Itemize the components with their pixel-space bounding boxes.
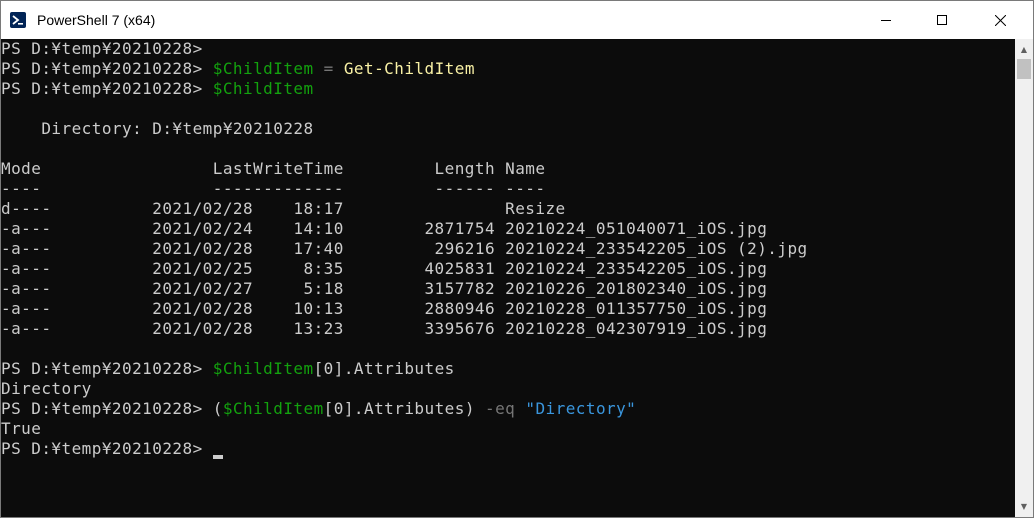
table-row: -a--- 2021/02/25 8:35 4025831 20210224_2…	[1, 259, 768, 278]
close-button[interactable]	[977, 1, 1023, 39]
command-line: PS D:¥temp¥20210228> $ChildItem[0].Attri…	[1, 359, 455, 379]
title-bar[interactable]: PowerShell 7 (x64)	[1, 1, 1033, 39]
string-token: "Directory"	[525, 399, 637, 418]
minimize-icon	[881, 20, 891, 21]
prompt-line: PS D:¥temp¥20210228>	[1, 39, 203, 59]
maximize-icon	[937, 15, 947, 25]
table-row: -a--- 2021/02/28 10:13 2880946 20210228_…	[1, 299, 768, 318]
maximize-button[interactable]	[919, 1, 965, 39]
text-cursor	[213, 455, 223, 459]
table-row: d---- 2021/02/28 18:17 Resize	[1, 199, 566, 218]
powershell-window: PowerShell 7 (x64) PS D:¥temp¥20210228> …	[0, 0, 1034, 518]
console-output[interactable]: PS D:¥temp¥20210228> PS D:¥temp¥20210228…	[1, 39, 1015, 517]
command-line: PS D:¥temp¥20210228> $ChildItem	[1, 79, 314, 99]
command-line: PS D:¥temp¥20210228> ($ChildItem[0].Attr…	[1, 399, 636, 419]
prompt-line: PS D:¥temp¥20210228>	[1, 439, 203, 459]
operator-token: -eq	[485, 399, 516, 418]
scrollbar-thumb[interactable]	[1017, 59, 1031, 79]
output-line: Directory	[1, 379, 92, 398]
powershell-icon	[10, 12, 26, 28]
window-title: PowerShell 7 (x64)	[37, 12, 156, 28]
prompt: PS D:¥temp¥20210228>	[1, 79, 203, 98]
table-row: -a--- 2021/02/28 17:40 296216 20210224_2…	[1, 239, 808, 258]
directory-heading: Directory: D:¥temp¥20210228	[1, 119, 314, 138]
table-header: Mode LastWriteTime Length Name	[1, 159, 546, 178]
member-access-token: [0].Attributes	[313, 359, 455, 378]
vertical-scrollbar[interactable]: ▲ ▼	[1015, 39, 1033, 517]
prompt: PS D:¥temp¥20210228>	[1, 399, 203, 418]
member-access-token: [0].Attributes)	[323, 399, 475, 418]
command-line: PS D:¥temp¥20210228> $ChildItem = Get-Ch…	[1, 59, 475, 79]
minimize-button[interactable]	[863, 1, 909, 39]
prompt: PS D:¥temp¥20210228>	[1, 359, 203, 378]
variable-token: $ChildItem	[212, 59, 314, 78]
command-token: Get-ChildItem	[343, 59, 475, 78]
scroll-down-icon[interactable]: ▼	[1015, 498, 1033, 515]
table-row: -a--- 2021/02/24 14:10 2871754 20210224_…	[1, 219, 768, 238]
table-row: -a--- 2021/02/27 5:18 3157782 20210226_2…	[1, 279, 768, 298]
variable-token: $ChildItem	[222, 399, 324, 418]
table-row: -a--- 2021/02/28 13:23 3395676 20210228_…	[1, 319, 768, 338]
variable-token: $ChildItem	[212, 79, 314, 98]
output-line: True	[1, 419, 42, 438]
scroll-up-icon[interactable]: ▲	[1015, 41, 1033, 58]
variable-token: $ChildItem	[212, 359, 314, 378]
prompt: PS D:¥temp¥20210228>	[1, 439, 203, 458]
prompt: PS D:¥temp¥20210228>	[1, 39, 203, 58]
prompt: PS D:¥temp¥20210228>	[1, 59, 203, 78]
table-header-underline: ---- ------------- ------ ----	[1, 179, 546, 198]
paren-token: (	[212, 399, 223, 418]
operator-token: =	[313, 59, 344, 78]
close-icon	[994, 14, 1006, 26]
